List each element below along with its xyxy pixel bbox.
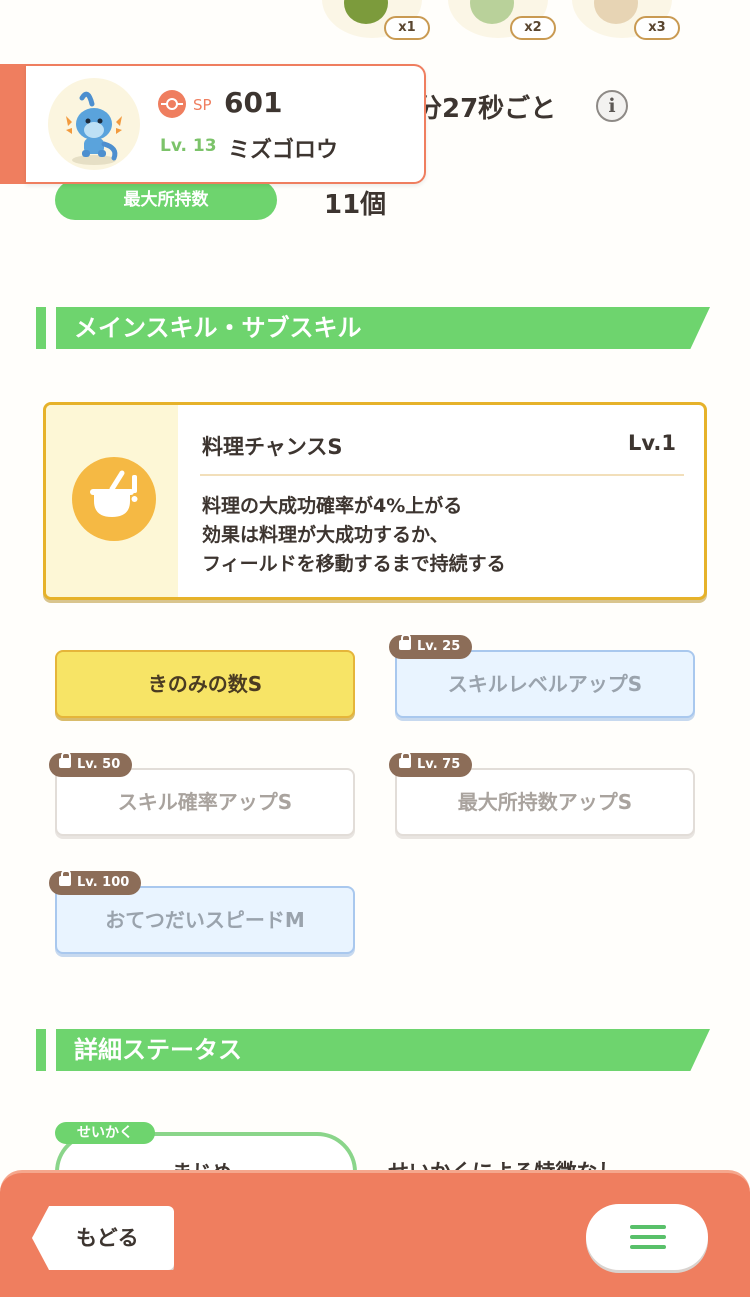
main-skill-divider xyxy=(200,474,684,476)
ingredient-1-count: x1 xyxy=(384,16,430,40)
back-button-label: もどる xyxy=(76,1226,139,1250)
hamburger-icon xyxy=(630,1225,666,1229)
ingredient-2: x2 xyxy=(448,0,556,40)
header-accent-bar xyxy=(0,64,28,184)
info-icon[interactable]: i xyxy=(596,90,628,122)
help-frequency: 分27秒ごと xyxy=(416,94,557,124)
pokemon-name: ミズゴロウ xyxy=(228,138,339,163)
sp-value: 601 xyxy=(224,86,283,119)
section-stub xyxy=(36,307,46,349)
main-skill-level: Lv.1 xyxy=(628,431,676,455)
main-skill-desc-line-2: 効果は料理が大成功するか、 xyxy=(202,524,449,546)
ingredient-1-icon xyxy=(344,0,388,24)
max-capacity-label: 最大所持数 xyxy=(55,180,277,220)
lock-icon xyxy=(59,870,71,886)
sub-skill-2-lock-level: Lv. 25 xyxy=(417,639,461,654)
max-capacity-value: 11個 xyxy=(324,190,387,220)
ingredient-3: x3 xyxy=(572,0,680,40)
sub-skill-1[interactable]: きのみの数S xyxy=(55,650,355,718)
sub-skill-4-lock-badge: Lv. 75 xyxy=(389,752,473,777)
sub-skill-4-lock-level: Lv. 75 xyxy=(417,757,461,772)
main-skill-card[interactable]: 料理チャンスS Lv.1 料理の大成功確率が4%上がる 効果は料理が大成功するか… xyxy=(43,402,707,600)
pokemon-avatar xyxy=(48,78,140,170)
main-skill-name: 料理チャンスS xyxy=(202,435,343,459)
ingredient-3-count: x3 xyxy=(634,16,680,40)
section-title-skills: メインスキル・サブスキル xyxy=(74,314,362,342)
ingredient-1: x1 xyxy=(322,0,430,40)
sub-skill-5-lock-level: Lv. 100 xyxy=(77,875,130,890)
section-stub xyxy=(36,1029,46,1071)
pokemon-header-card[interactable]: SP 601 Lv. 13 ミズゴロウ xyxy=(26,64,426,184)
main-skill-desc-line-3: フィールドを移動するまで持続する xyxy=(202,553,506,575)
nature-tag: せいかく xyxy=(55,1122,155,1144)
ingredient-2-count: x2 xyxy=(510,16,556,40)
lock-icon xyxy=(59,752,71,768)
sub-skill-5[interactable]: おてつだいスピードM xyxy=(55,886,355,954)
sub-skill-2[interactable]: スキルレベルアップS xyxy=(395,650,695,718)
ingredient-3-icon xyxy=(594,0,638,24)
lock-icon xyxy=(399,752,411,768)
ingredient-2-icon xyxy=(470,0,514,24)
cooking-pot-icon xyxy=(72,457,156,541)
sub-skill-4[interactable]: 最大所持数アップS xyxy=(395,768,695,836)
sub-skill-5-lock-badge: Lv. 100 xyxy=(49,870,142,895)
pokeball-icon xyxy=(158,90,186,118)
section-title-details: 詳細ステータス xyxy=(74,1036,242,1064)
sub-skill-3-lock-badge: Lv. 50 xyxy=(49,752,133,777)
lock-icon xyxy=(399,634,411,650)
main-skill-desc-line-1: 料理の大成功確率が4%上がる xyxy=(202,495,463,517)
hamburger-icon xyxy=(630,1245,666,1249)
sub-skill-3[interactable]: スキル確率アップS xyxy=(55,768,355,836)
main-skill-icon-panel xyxy=(46,405,178,597)
hamburger-icon xyxy=(630,1235,666,1239)
sp-label: SP xyxy=(193,96,212,114)
sub-skill-2-lock-badge: Lv. 25 xyxy=(389,634,473,659)
sub-skill-3-lock-level: Lv. 50 xyxy=(77,757,121,772)
pokemon-level: Lv. 13 xyxy=(160,136,217,156)
